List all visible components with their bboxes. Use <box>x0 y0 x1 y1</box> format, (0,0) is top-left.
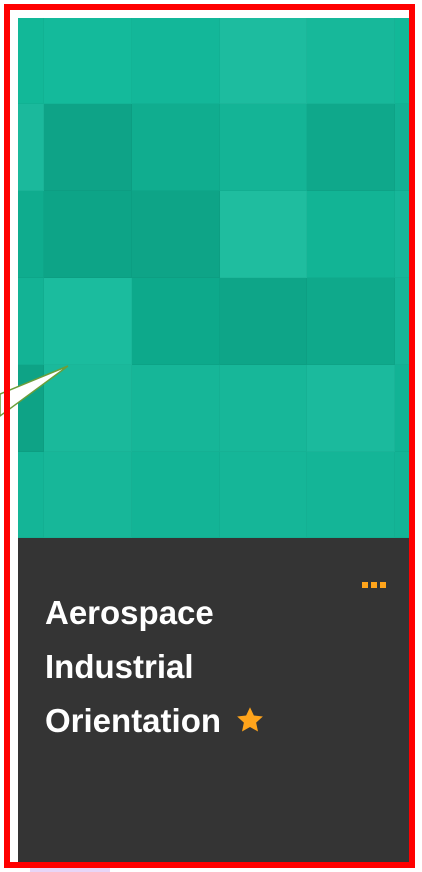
banner-mosaic-tile <box>395 104 410 191</box>
banner-mosaic-tile <box>132 104 220 191</box>
banner-mosaic-tile <box>132 278 220 365</box>
banner-mosaic-tile <box>220 104 307 191</box>
banner-mosaic-tile <box>395 278 410 365</box>
banner-mosaic-tile <box>220 452 307 538</box>
banner-mosaic-tile <box>18 191 44 278</box>
course-title-line: Aerospace <box>45 594 214 631</box>
ellipsis-icon-dot <box>380 582 386 588</box>
screenshot-stage: Aerospace Industrial Orientation <box>0 0 422 872</box>
banner-mosaic-tile <box>132 365 220 452</box>
banner-mosaic-tile <box>44 104 132 191</box>
banner-mosaic-tile <box>18 365 44 452</box>
banner-mosaic-tile <box>44 18 132 104</box>
banner-mosaic-tile <box>18 278 44 365</box>
banner-mosaic-tile <box>220 191 307 278</box>
banner-mosaic-tile <box>395 452 410 538</box>
banner-mosaic-tile <box>220 365 307 452</box>
banner-mosaic-tile <box>18 452 44 538</box>
banner-mosaic-tile <box>307 452 395 538</box>
banner-mosaic-tile <box>307 18 395 104</box>
banner-mosaic-tile <box>307 365 395 452</box>
banner-mosaic-tile <box>132 18 220 104</box>
more-options-button[interactable] <box>362 580 388 592</box>
banner-mosaic-tile <box>18 18 44 104</box>
ellipsis-icon-dot <box>362 582 368 588</box>
bottom-edge-strip <box>30 868 110 872</box>
banner-mosaic-tile <box>44 365 132 452</box>
course-banner-image[interactable] <box>18 18 410 538</box>
course-tile[interactable]: Aerospace Industrial Orientation <box>18 18 410 868</box>
banner-mosaic-tile <box>307 191 395 278</box>
banner-mosaic-tile <box>44 191 132 278</box>
banner-mosaic-tile <box>395 191 410 278</box>
banner-mosaic-tile <box>44 452 132 538</box>
course-title[interactable]: Aerospace Industrial Orientation <box>45 586 345 748</box>
banner-mosaic-tile <box>132 191 220 278</box>
banner-mosaic-tile <box>307 104 395 191</box>
course-title-line: Industrial <box>45 648 194 685</box>
course-info-panel: Aerospace Industrial Orientation <box>18 538 410 868</box>
banner-mosaic-tile <box>18 104 44 191</box>
banner-mosaic-tile <box>220 18 307 104</box>
course-title-line: Orientation <box>45 694 345 748</box>
banner-mosaic-tile <box>220 278 307 365</box>
star-icon[interactable] <box>235 705 265 735</box>
banner-mosaic-tile <box>395 365 410 452</box>
ellipsis-icon-dot <box>371 582 377 588</box>
banner-mosaic-tile <box>132 452 220 538</box>
banner-mosaic-tile <box>307 278 395 365</box>
banner-mosaic-tile <box>395 18 410 104</box>
banner-mosaic-tile <box>44 278 132 365</box>
